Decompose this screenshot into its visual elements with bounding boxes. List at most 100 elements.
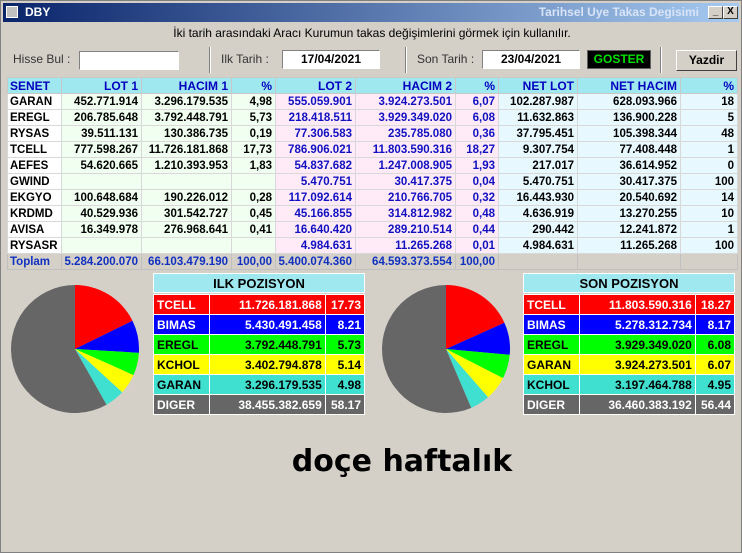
position-value: 11.726.181.868 xyxy=(208,294,326,315)
table-cell: 6,07 xyxy=(455,93,499,110)
table-cell: 0,36 xyxy=(455,125,499,142)
table-cell: 217.017 xyxy=(498,157,578,174)
table-cell: 1 xyxy=(680,221,738,238)
table-cell xyxy=(231,237,276,254)
position-pct: 5.73 xyxy=(324,334,366,355)
position-value: 3.924.273.501 xyxy=(578,354,696,375)
table-cell: 218.418.511 xyxy=(275,109,356,126)
total-cell xyxy=(498,253,578,270)
table-cell xyxy=(231,173,276,190)
ilk-pozisyon-table: TCELL 11.726.181.868 17.73 BIMAS 5.430.491.4… xyxy=(153,294,366,415)
table-row[interactable]: KRDMD 40.529.936 301.542.727 0,45 45.166.855… xyxy=(7,205,738,222)
position-name: BIMAS xyxy=(523,314,580,335)
table-cell: 11.632.863 xyxy=(498,109,578,126)
table-cell: 30.417.375 xyxy=(577,173,681,190)
senet-cell: EREGL xyxy=(7,109,62,126)
column-header[interactable]: % xyxy=(231,77,276,94)
table-row[interactable]: AVISA 16.349.978 276.968.641 0,41 16.640.420… xyxy=(7,221,738,238)
column-header[interactable]: % xyxy=(680,77,738,94)
table-cell: 0,44 xyxy=(455,221,499,238)
table-cell: 17,73 xyxy=(231,141,276,158)
position-pct: 8.21 xyxy=(324,314,366,335)
table-cell: 1,83 xyxy=(231,157,276,174)
position-value: 3.402.794.878 xyxy=(208,354,326,375)
table-cell xyxy=(141,173,232,190)
table-cell: 5,73 xyxy=(231,109,276,126)
table-cell: 314.812.982 xyxy=(355,205,456,222)
ilk-tarih-input[interactable]: 17/04/2021 xyxy=(282,50,380,69)
table-cell: 5.470.751 xyxy=(498,173,578,190)
table-row[interactable]: AEFES 54.620.665 1.210.393.953 1,83 54.837.6… xyxy=(7,157,738,174)
son-tarih-input[interactable]: 23/04/2021 xyxy=(482,50,580,69)
table-cell: 452.771.914 xyxy=(61,93,142,110)
son-pozisyon-table: TCELL 11.803.590.316 18.27 BIMAS 5.278.312.7… xyxy=(523,294,736,415)
table-row[interactable]: TCELL 777.598.267 11.726.181.868 17,73 786.9… xyxy=(7,141,738,158)
column-header[interactable]: LOT 2 xyxy=(275,77,356,94)
position-row-bimas: BIMAS 5.430.491.458 8.21 xyxy=(153,314,366,335)
table-cell: 0 xyxy=(680,157,738,174)
table-cell: 39.511.131 xyxy=(61,125,142,142)
total-cell xyxy=(680,253,738,270)
table-row[interactable]: RYSASR 4.984.631 11.265.268 0,01 4.984.631 11… xyxy=(7,237,738,254)
table-cell: 6,08 xyxy=(455,109,499,126)
column-header[interactable]: % xyxy=(455,77,499,94)
position-row-eregl: EREGL 3.929.349.020 6.08 xyxy=(523,334,736,355)
hisse-search-input[interactable] xyxy=(79,51,179,70)
table-cell: 4.984.631 xyxy=(498,237,578,254)
position-row-diger: DIGER 36.460.383.192 56.44 xyxy=(523,394,736,415)
column-header[interactable]: SENET xyxy=(7,77,62,94)
position-row-tcell: TCELL 11.803.590.316 18.27 xyxy=(523,294,736,315)
yazdir-button[interactable]: Yazdir xyxy=(676,50,737,71)
title-bar[interactable]: DBY Tarihsel Uye Takas Degisimi _ X xyxy=(3,3,739,22)
table-row[interactable]: EREGL 206.785.648 3.792.448.791 5,73 218.418… xyxy=(7,109,738,126)
table-cell: 16.640.420 xyxy=(275,221,356,238)
position-pct: 4.98 xyxy=(324,374,366,395)
total-cell xyxy=(577,253,681,270)
senet-cell: RYSASR xyxy=(7,237,62,254)
table-cell: 11.803.590.316 xyxy=(355,141,456,158)
table-row[interactable]: GARAN 452.771.914 3.296.179.535 4,98 555.059… xyxy=(7,93,738,110)
window-title: Tarihsel Uye Takas Degisimi xyxy=(538,5,699,19)
table-cell: 555.059.901 xyxy=(275,93,356,110)
app-icon xyxy=(6,6,18,18)
table-cell: 235.785.080 xyxy=(355,125,456,142)
table-cell: 777.598.267 xyxy=(61,141,142,158)
table-cell: 18 xyxy=(680,93,738,110)
position-name: BIMAS xyxy=(153,314,210,335)
takas-table: SENET LOT 1 HACIM 1% LOT 2 HACIM 2% NET LOT NE… xyxy=(7,77,738,270)
hisse-label: Hisse Bul : xyxy=(13,52,71,66)
column-header[interactable]: NET LOT xyxy=(498,77,578,94)
table-cell: 54.620.665 xyxy=(61,157,142,174)
position-name: KCHOL xyxy=(523,374,580,395)
table-cell: 3.924.273.501 xyxy=(355,93,456,110)
position-row-diger: DIGER 38.455.382.659 58.17 xyxy=(153,394,366,415)
table-row[interactable]: EKGYO 100.648.684 190.226.012 0,28 117.092.6… xyxy=(7,189,738,206)
column-header[interactable]: NET HACIM xyxy=(577,77,681,94)
position-value: 3.197.464.788 xyxy=(578,374,696,395)
position-value: 3.296.179.535 xyxy=(208,374,326,395)
position-name: TCELL xyxy=(153,294,210,315)
senet-cell: AVISA xyxy=(7,221,62,238)
table-cell: 36.614.952 xyxy=(577,157,681,174)
close-button[interactable]: X xyxy=(723,6,738,19)
table-cell: 786.906.021 xyxy=(275,141,356,158)
table-row[interactable]: GWIND 5.470.751 30.417.375 0,04 5.470.751 30.… xyxy=(7,173,738,190)
column-header[interactable]: HACIM 2 xyxy=(355,77,456,94)
position-pct: 4.95 xyxy=(694,374,736,395)
separator xyxy=(660,47,662,73)
table-cell: 11.726.181.868 xyxy=(141,141,232,158)
position-name: TCELL xyxy=(523,294,580,315)
son-pozisyon-title: SON POZISYON xyxy=(523,273,735,293)
table-row[interactable]: RYSAS 39.511.131 130.386.735 0,19 77.306.583… xyxy=(7,125,738,142)
position-name: DIGER xyxy=(523,394,580,415)
table-cell: 206.785.648 xyxy=(61,109,142,126)
table-cell: 77.408.448 xyxy=(577,141,681,158)
table-cell: 3.296.179.535 xyxy=(141,93,232,110)
position-value: 3.929.349.020 xyxy=(578,334,696,355)
table-cell: 4.984.631 xyxy=(275,237,356,254)
minimize-button[interactable]: _ xyxy=(708,6,723,19)
column-header[interactable]: HACIM 1 xyxy=(141,77,232,94)
column-header[interactable]: LOT 1 xyxy=(61,77,142,94)
goster-button[interactable]: GOSTER xyxy=(587,50,651,69)
table-cell: 5.470.751 xyxy=(275,173,356,190)
